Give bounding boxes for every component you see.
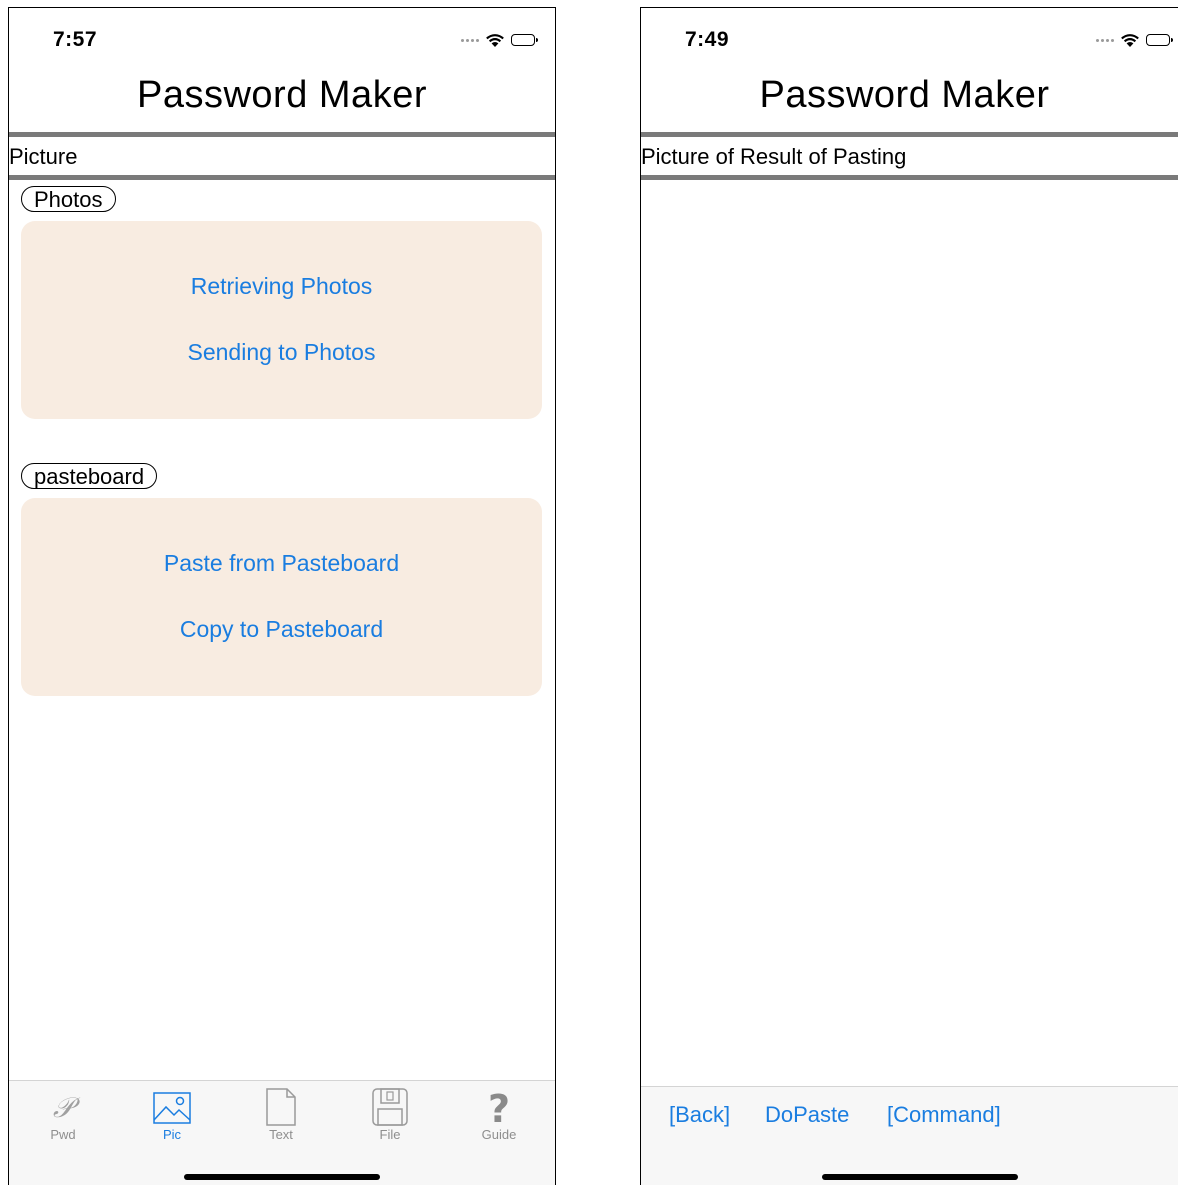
status-icons (461, 32, 538, 48)
tab-text[interactable]: Text (236, 1087, 326, 1142)
bottom-toolbar: [Back] DoPaste [Command] (641, 1086, 1178, 1185)
tab-label: File (379, 1127, 401, 1142)
svg-text:𝒫: 𝒫 (53, 1091, 81, 1124)
tab-label: Guide (481, 1127, 517, 1142)
tab-pwd[interactable]: 𝒫 Pwd (18, 1087, 108, 1142)
document-icon (266, 1088, 296, 1126)
tab-label: Pwd (50, 1127, 76, 1142)
left-screen: 7:57 Password Maker Picture Photos Retri… (8, 7, 556, 1185)
tab-label: Pic (162, 1127, 182, 1142)
tab-guide[interactable]: ? Guide (454, 1087, 544, 1142)
battery-icon (1146, 34, 1173, 46)
battery-icon (511, 34, 538, 46)
right-screen: 7:49 Password Maker Picture of Result of… (640, 7, 1178, 1185)
sending-to-photos-button[interactable]: Sending to Photos (21, 339, 542, 366)
section-label: Picture (9, 144, 78, 169)
wifi-icon (486, 33, 504, 47)
floppy-disk-icon (372, 1088, 408, 1126)
dopaste-button[interactable]: DoPaste (765, 1102, 849, 1128)
tab-file[interactable]: File (345, 1087, 435, 1142)
home-indicator[interactable] (184, 1174, 380, 1180)
pasted-picture-area (641, 180, 1178, 1087)
command-button[interactable]: [Command] (887, 1102, 1001, 1128)
photos-card: Retrieving Photos Sending to Photos (21, 221, 542, 419)
tab-pic[interactable]: Pic (127, 1087, 217, 1142)
back-button[interactable]: [Back] (669, 1102, 730, 1128)
tab-label: Text (269, 1127, 293, 1142)
pasteboard-card: Paste from Pasteboard Copy to Pasteboard (21, 498, 542, 696)
status-icons (1096, 32, 1173, 48)
script-p-icon: 𝒫 (53, 1091, 81, 1124)
wifi-icon (1121, 33, 1139, 47)
section-label: Picture of Result of Pasting (641, 144, 907, 169)
nav-title: Password Maker (137, 74, 427, 116)
cellular-signal-icon (1096, 38, 1114, 42)
paste-from-pasteboard-button[interactable]: Paste from Pasteboard (21, 550, 542, 577)
status-time: 7:49 (685, 28, 730, 51)
photos-group-label: Photos (21, 186, 116, 212)
copy-to-pasteboard-button[interactable]: Copy to Pasteboard (21, 616, 542, 643)
picture-icon (153, 1092, 191, 1124)
section-header: Picture of Result of Pasting (641, 132, 1178, 180)
nav-title: Password Maker (759, 74, 1050, 116)
section-header: Picture (9, 132, 555, 180)
retrieving-photos-button[interactable]: Retrieving Photos (21, 273, 542, 300)
pasteboard-group-label: pasteboard (21, 463, 158, 489)
svg-text:?: ? (488, 1087, 510, 1127)
status-time: 7:57 (53, 28, 98, 51)
cellular-signal-icon (461, 38, 479, 42)
question-mark-icon: ? (488, 1087, 510, 1127)
home-indicator[interactable] (821, 1174, 1018, 1180)
tab-bar: 𝒫 Pwd Pic Text File ? Guide (9, 1080, 555, 1185)
